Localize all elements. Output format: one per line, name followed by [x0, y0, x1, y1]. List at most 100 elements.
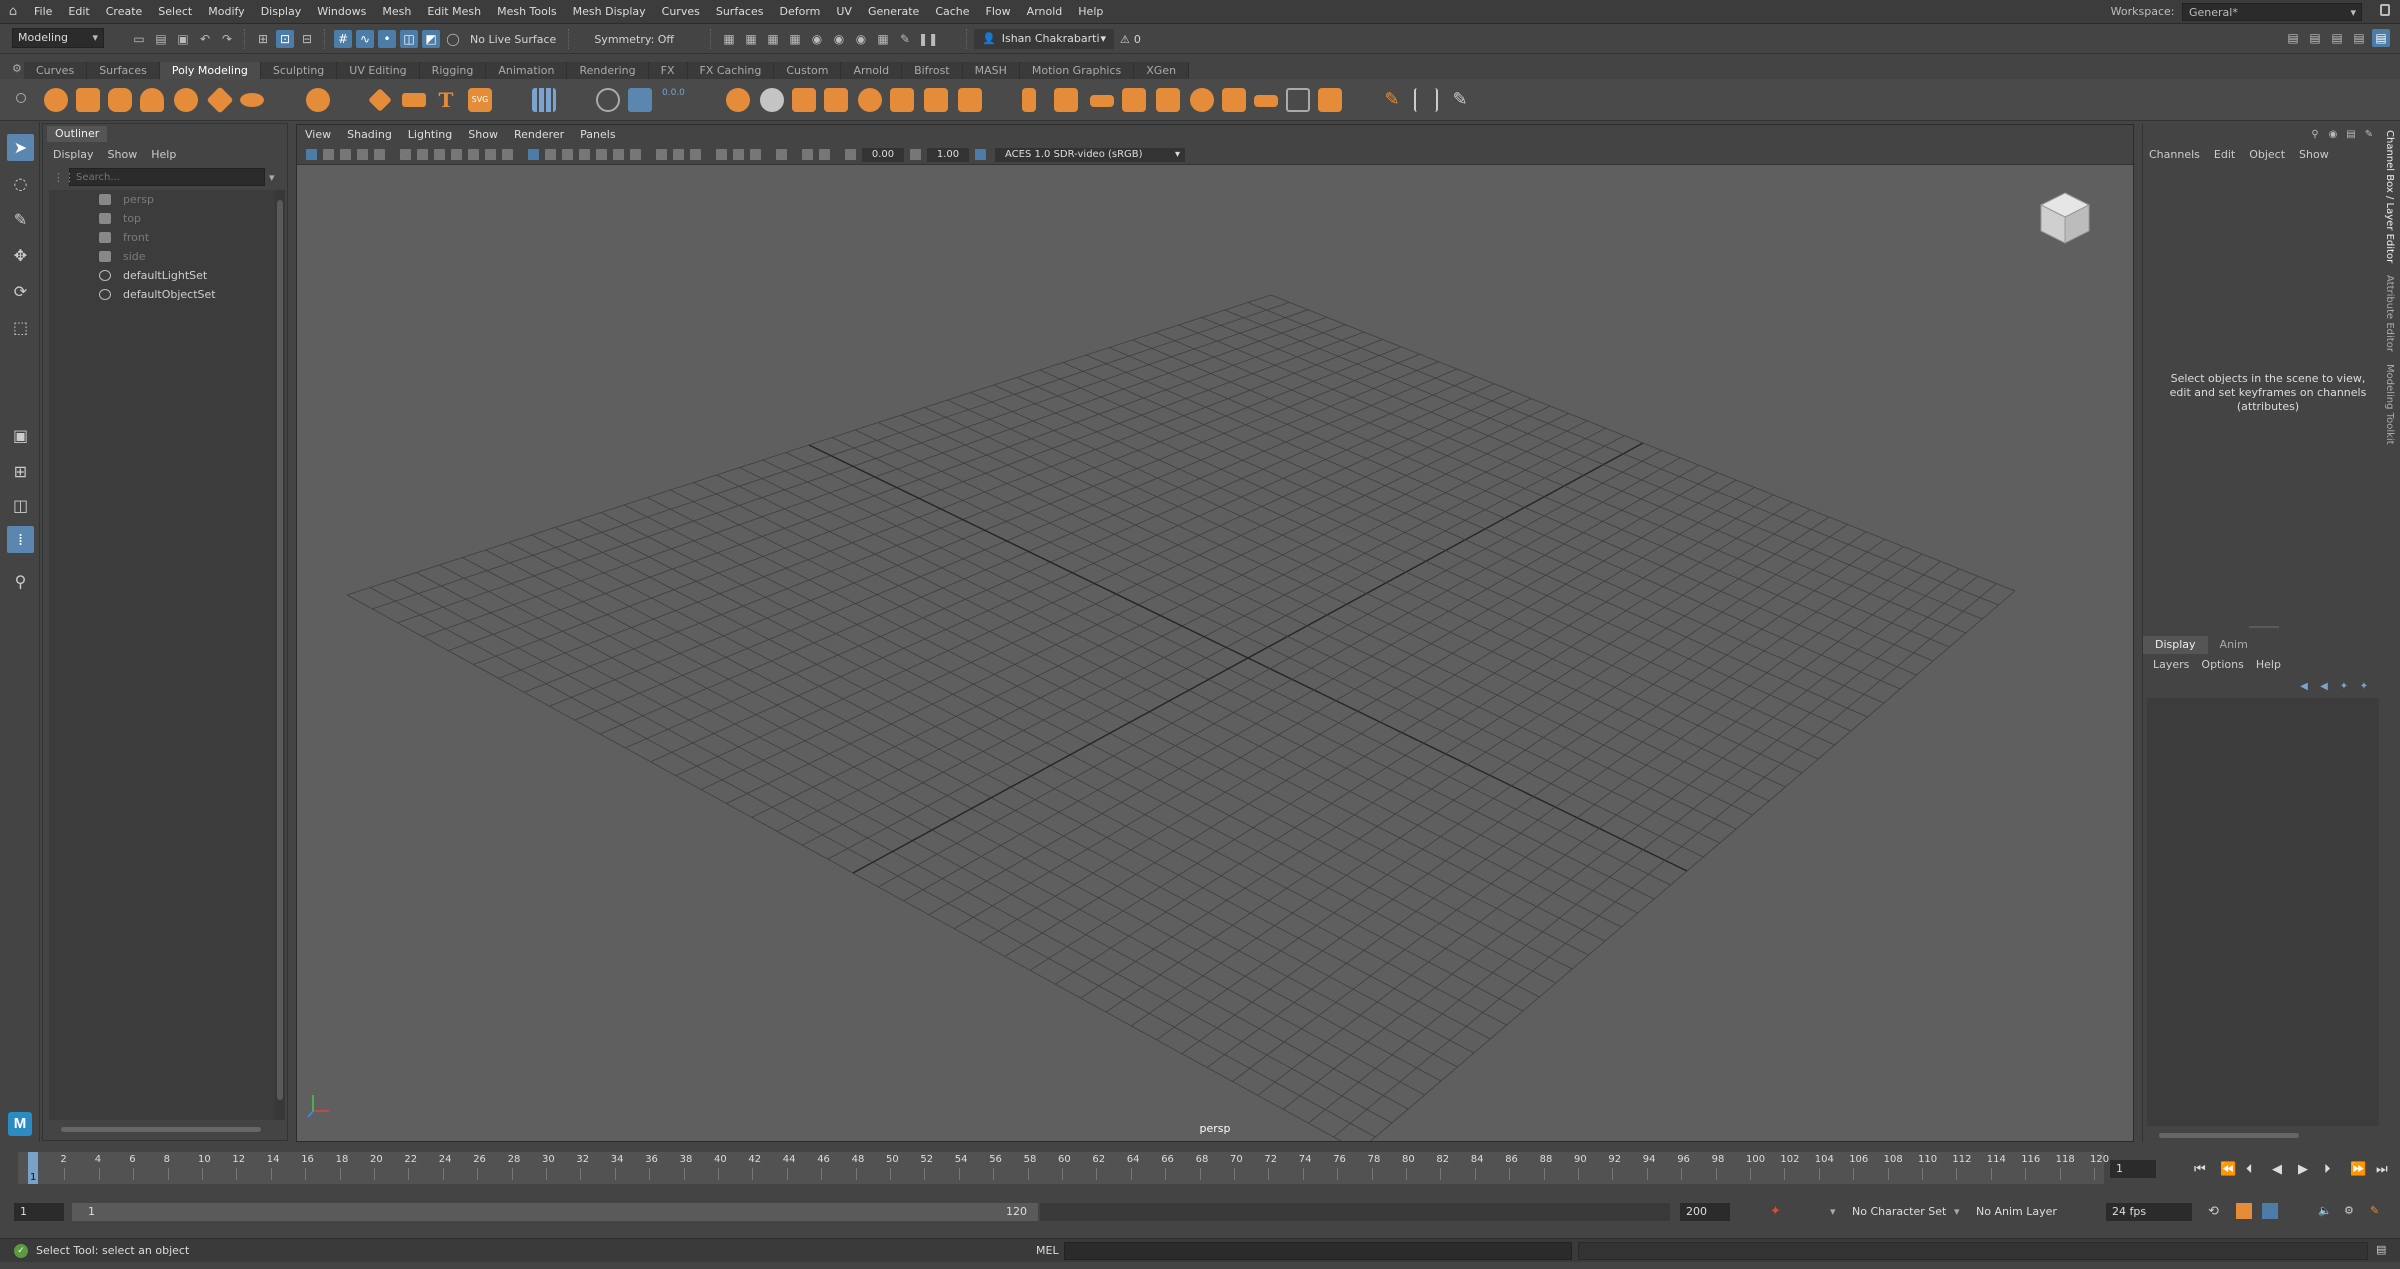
- lasso-tool-icon[interactable]: ◌: [7, 170, 34, 197]
- menu-create[interactable]: Create: [98, 0, 151, 24]
- image-plane-icon[interactable]: [357, 149, 368, 160]
- snap-view-icon[interactable]: ◫: [400, 30, 418, 48]
- list-item[interactable]: persp: [49, 190, 279, 209]
- retopo-icon[interactable]: [958, 88, 982, 112]
- play-forwards-icon[interactable]: ▶: [2298, 1162, 2308, 1177]
- menu-surfaces[interactable]: Surfaces: [708, 0, 772, 24]
- outliner-menu-help[interactable]: Help: [151, 148, 176, 161]
- shelf-tab-rendering[interactable]: Rendering: [567, 62, 649, 79]
- chevron-down-icon[interactable]: ▾: [269, 171, 275, 184]
- outliner-search-input[interactable]: [69, 168, 265, 186]
- list-item[interactable]: top: [49, 209, 279, 228]
- shelf-tab-rigging[interactable]: Rigging: [419, 62, 487, 79]
- extrude-icon[interactable]: [1022, 88, 1036, 112]
- loop-icon[interactable]: ⟲: [2208, 1204, 2219, 1219]
- cache-playback-icon[interactable]: [2236, 1203, 2252, 1219]
- layer-menu-layers[interactable]: Layers: [2153, 658, 2189, 671]
- resolution-gate-icon[interactable]: [451, 149, 462, 160]
- use-all-lights-icon[interactable]: [673, 149, 684, 160]
- poke-icon[interactable]: [1286, 88, 1310, 112]
- side-tab-modeling-toolkit[interactable]: Modeling Toolkit: [2384, 358, 2395, 451]
- menu-generate[interactable]: Generate: [860, 0, 927, 24]
- multisample-aa-icon[interactable]: [750, 149, 761, 160]
- select-camera-icon[interactable]: [306, 149, 317, 160]
- viewport-menu-panels[interactable]: Panels: [572, 125, 623, 145]
- anim-layer-select[interactable]: No Anim Layer: [1976, 1205, 2057, 1218]
- live-surface-label[interactable]: No Live Surface: [464, 33, 562, 46]
- side-tab-channel-box-layer-editor[interactable]: Channel Box / Layer Editor: [2384, 124, 2395, 269]
- channel-menu-edit[interactable]: Edit: [2214, 148, 2235, 161]
- lock-icon[interactable]: [2380, 4, 2390, 16]
- booleans-icon[interactable]: [824, 88, 848, 112]
- menu-curves[interactable]: Curves: [654, 0, 708, 24]
- filter-icon[interactable]: ⋮⋮: [53, 171, 75, 184]
- symmetry-select[interactable]: Symmetry: Off: [588, 33, 680, 46]
- separate-icon[interactable]: [858, 88, 882, 112]
- shelf-tab-fx[interactable]: FX: [648, 62, 688, 79]
- anim-layer-chevron-icon[interactable]: ▾: [1954, 1205, 1960, 1218]
- channel-menu-show[interactable]: Show: [2299, 148, 2329, 161]
- svg-tool-icon[interactable]: SVG: [468, 88, 492, 112]
- menu-edit[interactable]: Edit: [60, 0, 97, 24]
- shelf-tab-bifrost[interactable]: Bifrost: [902, 62, 963, 79]
- step-back-key-icon[interactable]: ⏴: [2246, 1162, 2253, 1177]
- list-item[interactable]: front: [49, 228, 279, 247]
- channel-layer-toggle-icon[interactable]: ▤: [2372, 29, 2390, 47]
- platonic-solid-icon[interactable]: [306, 88, 330, 112]
- poly-torus-icon[interactable]: [174, 88, 198, 112]
- viewport-panel[interactable]: View Shading Lighting Show Renderer Panels 0.…: [296, 124, 2134, 1142]
- scrollbar-thumb[interactable]: [2159, 1133, 2299, 1138]
- search-icon[interactable]: ⚲: [7, 568, 34, 595]
- reduce-icon[interactable]: [760, 88, 784, 112]
- viewport-menu-show[interactable]: Show: [460, 125, 506, 145]
- shelf-tab-curves[interactable]: Curves: [24, 62, 88, 79]
- menu-set-select[interactable]: Modeling: [12, 28, 104, 48]
- move-layer-down-icon[interactable]: ◀: [2316, 678, 2332, 696]
- menu-deform[interactable]: Deform: [771, 0, 828, 24]
- grease-pencil-icon[interactable]: [400, 149, 411, 160]
- depth-of-field-icon[interactable]: [819, 149, 830, 160]
- layer-menu-options[interactable]: Options: [2201, 658, 2243, 671]
- mel-label[interactable]: MEL: [1036, 1239, 1059, 1263]
- list-item[interactable]: side: [49, 247, 279, 266]
- open-scene-icon[interactable]: ▤: [152, 30, 170, 48]
- new-layer-selected-icon[interactable]: ✦: [2356, 678, 2372, 696]
- auto-key-icon[interactable]: ✦: [1770, 1204, 1781, 1219]
- multi-cut-icon[interactable]: ✎: [1380, 88, 1404, 112]
- mel-command-input[interactable]: [1064, 1242, 1572, 1260]
- save-scene-icon[interactable]: ▣: [174, 30, 192, 48]
- ipr-render-icon[interactable]: ▦: [764, 30, 782, 48]
- redo-icon[interactable]: ↷: [218, 30, 236, 48]
- shelf-tab-xgen[interactable]: XGen: [1134, 62, 1190, 79]
- list-item[interactable]: defaultLightSet: [49, 266, 279, 285]
- select-component-icon[interactable]: ⊟: [298, 30, 316, 48]
- list-item[interactable]: defaultObjectSet: [49, 285, 279, 304]
- mirror-icon[interactable]: [890, 88, 914, 112]
- anim-prefs-icon[interactable]: ⚙: [2344, 1204, 2354, 1217]
- warning-indicator[interactable]: ⚠ 0: [1114, 33, 1147, 46]
- exposure-icon[interactable]: [845, 149, 856, 160]
- screen-space-ao-icon[interactable]: [716, 149, 727, 160]
- outliner-tab[interactable]: Outliner: [47, 126, 107, 142]
- render-settings-icon[interactable]: ▦: [786, 30, 804, 48]
- outliner-menu-display[interactable]: Display: [53, 148, 94, 161]
- menu-mesh-tools[interactable]: Mesh Tools: [489, 0, 565, 24]
- render-view-icon[interactable]: ◉: [852, 30, 870, 48]
- arnold-ipr-icon[interactable]: ✎: [896, 30, 914, 48]
- film-gate-icon[interactable]: [434, 149, 445, 160]
- time-slider-track[interactable]: 2 4 6 8 10 12 14 16 18 20 22 24 26 28 30 32 34 36 38 40 42 44…: [18, 1152, 2109, 1184]
- poly-cone-icon[interactable]: [140, 88, 164, 112]
- menu-file[interactable]: File: [26, 0, 60, 24]
- menu-modify[interactable]: Modify: [200, 0, 252, 24]
- render-frame-icon[interactable]: ▦: [742, 30, 760, 48]
- poly-cylinder-icon[interactable]: [108, 88, 132, 112]
- view-cube-icon[interactable]: [2037, 189, 2093, 245]
- wireframe-icon[interactable]: [545, 149, 556, 160]
- wedge-icon[interactable]: [1318, 88, 1342, 112]
- menu-select[interactable]: Select: [150, 0, 200, 24]
- viewport-menu-shading[interactable]: Shading: [339, 125, 400, 145]
- new-layer-icon[interactable]: ✦: [2336, 678, 2352, 696]
- channel-menu-object[interactable]: Object: [2249, 148, 2285, 161]
- cache-toggle-icon[interactable]: [2262, 1203, 2278, 1219]
- safe-action-icon[interactable]: [502, 149, 513, 160]
